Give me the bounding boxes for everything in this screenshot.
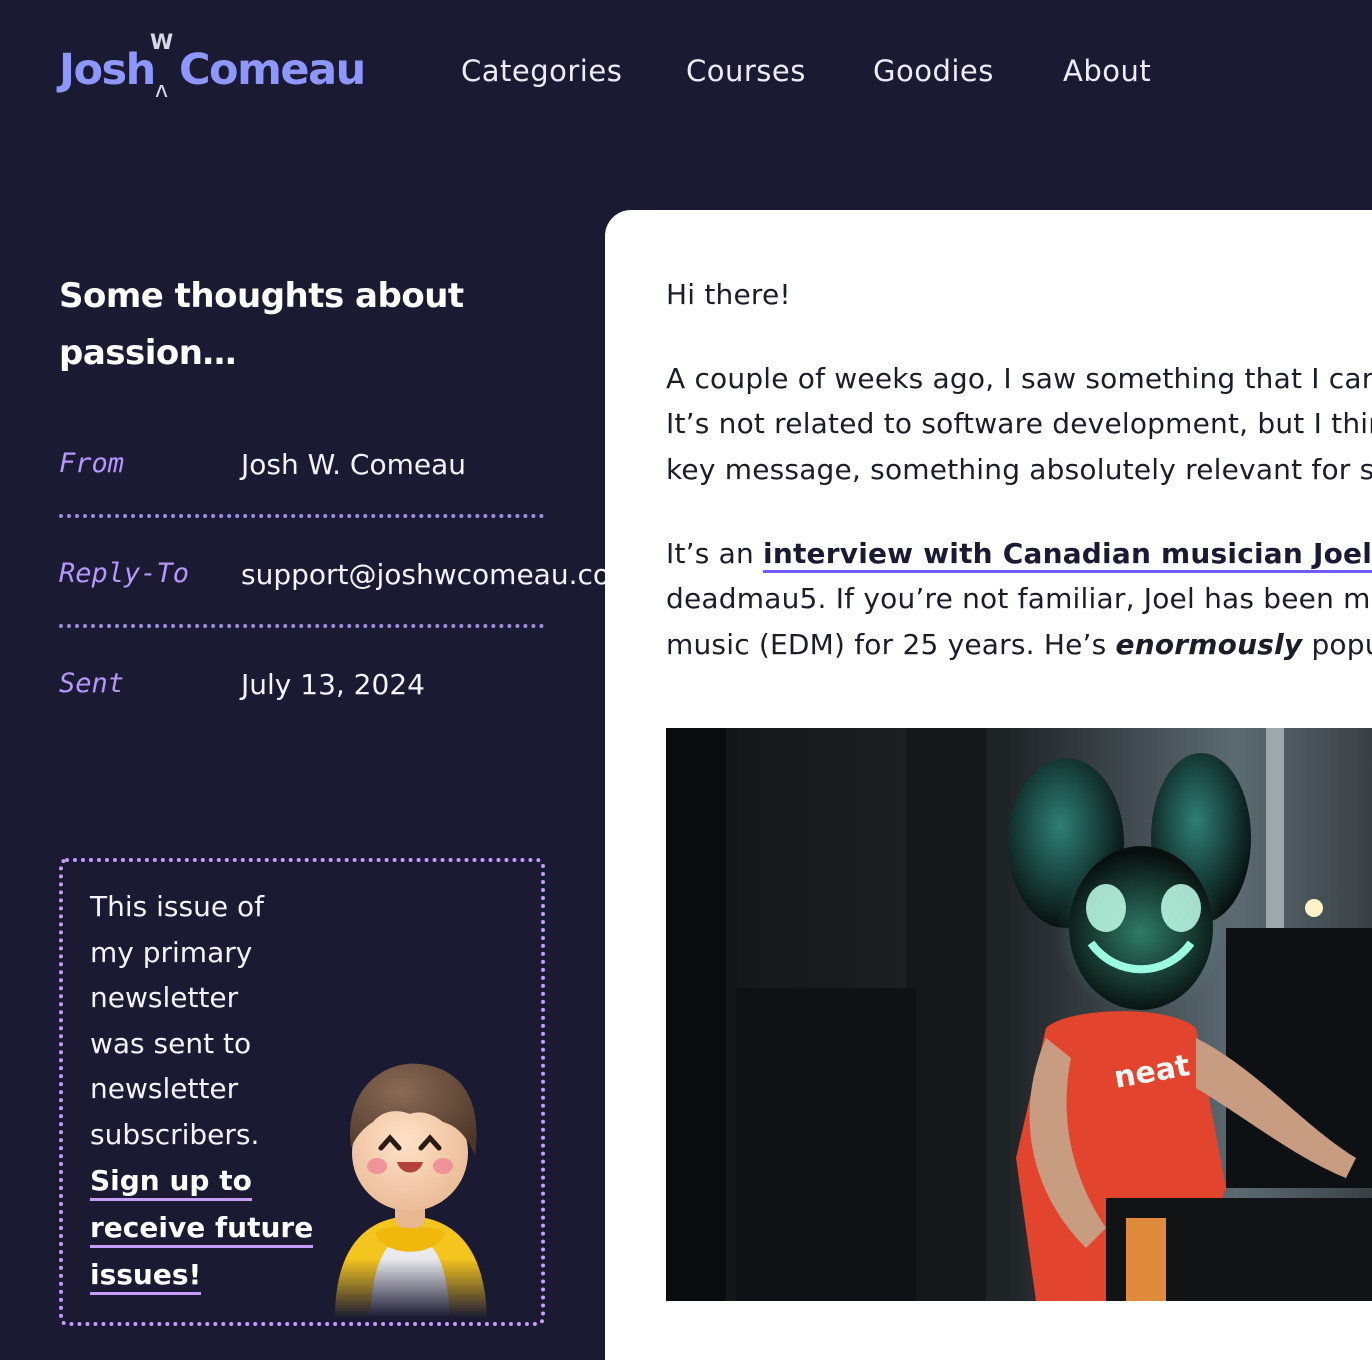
meta-from-row: From Josh W. Comeau — [59, 448, 544, 558]
paragraph-text: music (EDM) for 25 years. He’s — [666, 628, 1116, 661]
cartoon-avatar-icon — [335, 1063, 487, 1318]
notice-line: This issue of — [90, 890, 264, 923]
meta-sent-value: July 13, 2024 — [241, 668, 425, 701]
nav-courses[interactable]: Courses — [686, 54, 806, 88]
meta-reply-to-row: Reply-To support@joshwcomeau.co — [59, 558, 605, 668]
paragraph-line: music (EDM) for 25 years. He’s enormousl… — [666, 622, 1372, 668]
emphasis-text: enormously — [1115, 628, 1303, 661]
meta-reply-to-label: Reply-To — [59, 558, 190, 589]
meta-divider — [59, 514, 544, 518]
logo-middle-mark: ʌ — [155, 78, 169, 103]
meta-reply-to-value[interactable]: support@joshwcomeau.co — [241, 558, 605, 591]
logo-first-name: Josh — [59, 45, 156, 95]
deadmau5-photo: neat — [666, 728, 1372, 1301]
paragraph-line: key message, something absolutely releva… — [666, 453, 1372, 486]
meta-sent-label: Sent — [59, 668, 125, 699]
interview-link[interactable]: interview with Canadian musician Joel Zi… — [763, 537, 1372, 573]
paragraph-line: deadmau5. If you’re not familiar, Joel h… — [666, 582, 1372, 615]
greeting: Hi there! — [666, 278, 791, 311]
meta-from-label: From — [59, 448, 125, 479]
email-subject: Some thoughts about passion… — [59, 268, 499, 382]
meta-divider — [59, 624, 544, 628]
signup-link[interactable]: Sign up to receive future issues! — [90, 1157, 330, 1298]
signup-link-line[interactable]: issues! — [90, 1258, 202, 1295]
email-body: Hi there! A couple of weeks ago, I saw s… — [605, 210, 1372, 1360]
paragraph-text: popular — [1311, 628, 1372, 661]
paragraph-text: It’s an — [666, 537, 764, 570]
notice-line: subscribers. — [90, 1117, 260, 1151]
paragraph-line: A couple of weeks ago, I saw something t… — [666, 362, 1372, 395]
signup-link-line[interactable]: receive future — [90, 1211, 314, 1248]
site-logo[interactable]: Josh W ʌ Comeau — [59, 30, 366, 110]
nav-categories[interactable]: Categories — [461, 54, 622, 88]
notice-line: newsletter — [90, 1072, 239, 1105]
newsletter-notice: This issue of my primary newsletter was … — [59, 858, 545, 1326]
signup-link-line[interactable]: Sign up to — [90, 1164, 252, 1201]
email-subject-line-2: passion… — [59, 333, 236, 373]
logo-middle-initial: W — [150, 30, 174, 54]
nav-about[interactable]: About — [1063, 54, 1151, 88]
meta-sent-row: Sent July 13, 2024 — [59, 668, 544, 778]
logo-last-name: Comeau — [179, 45, 366, 95]
email-subject-line-1: Some thoughts about — [59, 276, 464, 316]
notice-line: newsletter — [90, 981, 239, 1014]
paragraph-line: It’s an interview with Canadian musician… — [666, 531, 1372, 577]
notice-text: This issue of my primary newsletter was … — [90, 884, 330, 1298]
notice-line: was sent to — [90, 1026, 252, 1060]
notice-line: my primary — [90, 935, 253, 969]
meta-from-value: Josh W. Comeau — [241, 448, 466, 481]
paragraph-line: It’s not related to software development… — [666, 407, 1372, 440]
nav-goodies[interactable]: Goodies — [873, 54, 994, 88]
